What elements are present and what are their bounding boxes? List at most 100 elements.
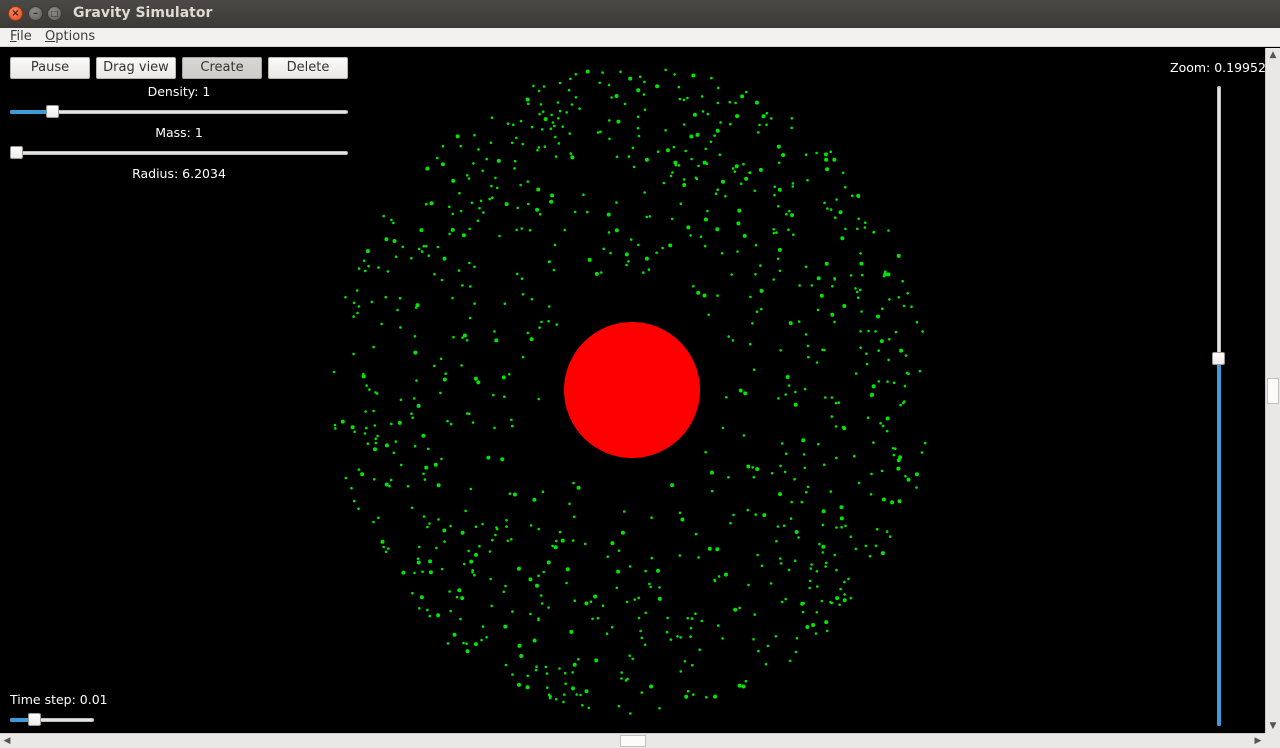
minimize-window-button[interactable]: – [28, 6, 43, 21]
particle[interactable] [844, 227, 847, 231]
particle[interactable] [631, 146, 635, 150]
particle[interactable] [818, 542, 821, 546]
particle[interactable] [599, 130, 602, 134]
particle[interactable] [515, 228, 518, 232]
particle[interactable] [532, 84, 535, 88]
particle[interactable] [643, 643, 647, 647]
particle[interactable] [529, 612, 532, 616]
particle[interactable] [535, 665, 538, 668]
particle[interactable] [532, 638, 537, 643]
particle[interactable] [596, 616, 600, 620]
particle[interactable] [706, 209, 709, 213]
particle[interactable] [552, 268, 556, 272]
particle[interactable] [829, 208, 833, 211]
particle[interactable] [388, 484, 391, 488]
particle[interactable] [847, 577, 850, 581]
particle[interactable] [472, 162, 475, 165]
particle[interactable] [815, 151, 818, 155]
particle[interactable] [787, 228, 790, 232]
particle[interactable] [859, 252, 862, 255]
particle[interactable] [555, 323, 559, 326]
particle[interactable] [424, 202, 428, 206]
mass-slider-track[interactable] [10, 151, 348, 155]
particle[interactable] [682, 98, 686, 102]
particle[interactable] [537, 574, 540, 577]
particle[interactable] [568, 502, 571, 506]
particle[interactable] [413, 350, 418, 355]
maximize-window-button[interactable]: □ [47, 6, 62, 21]
particle[interactable] [709, 470, 714, 475]
particle[interactable] [800, 601, 805, 606]
particle[interactable] [840, 236, 845, 241]
particle[interactable] [537, 397, 540, 401]
particle[interactable] [794, 530, 799, 534]
particle[interactable] [636, 115, 640, 118]
particle[interactable] [540, 320, 543, 324]
particle[interactable] [459, 144, 463, 148]
particle[interactable] [470, 201, 474, 205]
particle[interactable] [428, 522, 431, 525]
particle[interactable] [609, 251, 612, 255]
particle[interactable] [671, 171, 674, 174]
particle[interactable] [694, 612, 697, 615]
scroll-right-arrow-icon[interactable]: ▶ [1251, 734, 1265, 748]
particle[interactable] [679, 636, 682, 639]
particle[interactable] [682, 183, 687, 187]
particle[interactable] [779, 349, 782, 352]
particle[interactable] [513, 167, 516, 170]
particle[interactable] [535, 583, 539, 588]
particle[interactable] [870, 472, 873, 476]
particle[interactable] [747, 583, 750, 587]
particle[interactable] [650, 556, 654, 560]
particle[interactable] [504, 663, 508, 667]
menu-options[interactable]: Options [45, 29, 95, 44]
particle[interactable] [800, 500, 804, 504]
particle[interactable] [489, 141, 493, 145]
particle[interactable] [439, 391, 442, 395]
particle[interactable] [776, 525, 780, 528]
particle[interactable] [684, 149, 687, 153]
particle[interactable] [375, 392, 379, 395]
particle[interactable] [782, 524, 786, 527]
particle[interactable] [865, 362, 869, 366]
particle[interactable] [491, 538, 494, 542]
particle[interactable] [690, 157, 693, 161]
particle[interactable] [885, 429, 889, 433]
particle[interactable] [858, 288, 862, 292]
particle[interactable] [560, 538, 565, 543]
particle[interactable] [920, 451, 924, 454]
particle[interactable] [824, 565, 827, 568]
particle[interactable] [754, 513, 757, 516]
particle[interactable] [503, 395, 506, 399]
particle[interactable] [468, 261, 471, 265]
particle[interactable] [868, 554, 872, 558]
particle[interactable] [426, 525, 429, 529]
particle[interactable] [808, 579, 812, 583]
particle[interactable] [504, 202, 509, 207]
particle[interactable] [583, 542, 587, 546]
particle[interactable] [473, 265, 476, 269]
particle[interactable] [510, 538, 513, 541]
particle[interactable] [821, 348, 824, 352]
particle[interactable] [701, 110, 705, 113]
particle[interactable] [670, 483, 675, 488]
particle[interactable] [854, 372, 858, 375]
particle[interactable] [887, 229, 890, 232]
particle[interactable] [539, 594, 543, 597]
particle[interactable] [658, 706, 661, 710]
particle[interactable] [482, 211, 485, 214]
particle[interactable] [733, 607, 738, 612]
particle[interactable] [449, 422, 453, 426]
particle[interactable] [344, 296, 347, 299]
particle[interactable] [644, 256, 649, 261]
particle[interactable] [340, 419, 345, 424]
particle[interactable] [749, 295, 752, 299]
particle[interactable] [692, 693, 695, 696]
particle[interactable] [885, 530, 889, 533]
particle[interactable] [571, 671, 574, 674]
particle[interactable] [396, 308, 399, 312]
particle[interactable] [485, 636, 488, 639]
particle[interactable] [696, 290, 701, 295]
particle[interactable] [464, 509, 467, 513]
particle[interactable] [721, 637, 724, 640]
